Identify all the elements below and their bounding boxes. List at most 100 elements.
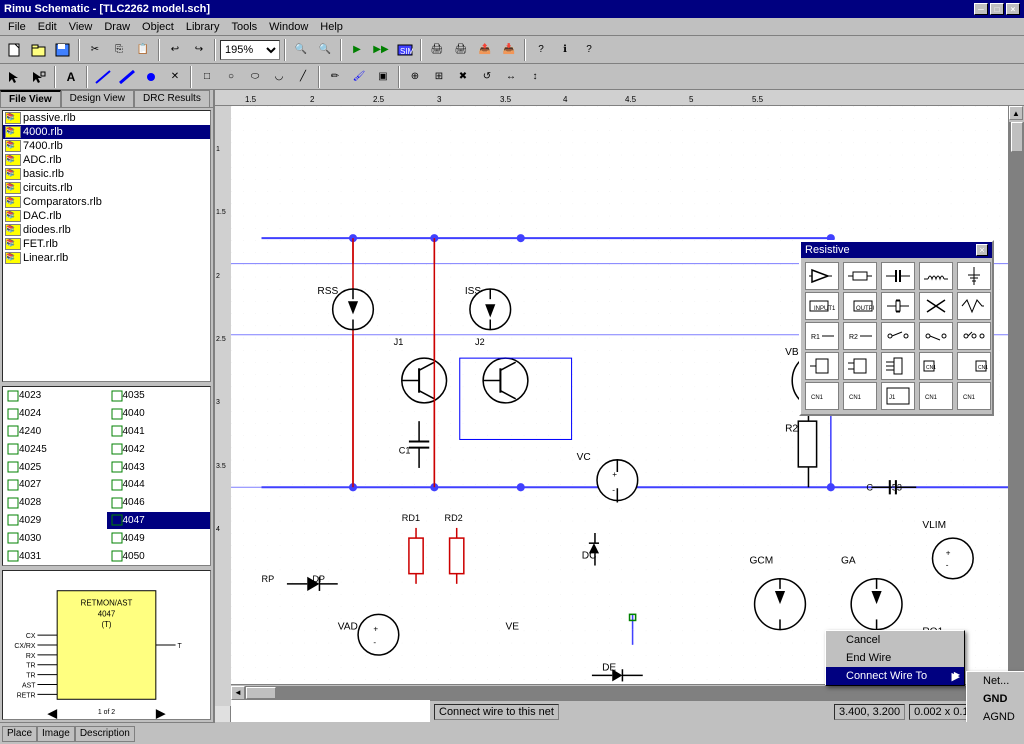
tree-item-linear[interactable]: 📚 Linear.rlb — [3, 251, 210, 265]
comp-4047[interactable]: 4047 — [107, 512, 211, 530]
tree-item-passive[interactable]: 📚 passive.rlb — [3, 111, 210, 125]
comp-4041[interactable]: 4041 — [107, 423, 211, 441]
place-button[interactable]: Place — [2, 726, 37, 742]
menu-tools[interactable]: Tools — [225, 18, 263, 36]
image-button[interactable]: Image — [37, 726, 75, 742]
menu-file[interactable]: File — [2, 18, 32, 36]
description-button[interactable]: Description — [75, 726, 135, 742]
undo-button[interactable]: ↩ — [164, 39, 186, 61]
tab-file-view[interactable]: File View — [0, 90, 61, 107]
pencil-tool[interactable]: ✏ — [324, 66, 346, 88]
context-cancel[interactable]: Cancel — [826, 631, 964, 649]
res-item-j1-sym[interactable]: J1 — [881, 382, 915, 410]
res-item-conn3[interactable] — [881, 352, 915, 380]
circle-tool[interactable]: ○ — [220, 66, 242, 88]
schematic-area[interactable]: 1.5 2 2.5 3 3.5 4 4.5 5 5.5 1 1.5 2 2.5 … — [215, 90, 1024, 722]
noconnect-tool[interactable]: ✕ — [164, 66, 186, 88]
run2-button[interactable]: ▶▶ — [370, 39, 392, 61]
v-scroll-thumb[interactable] — [1011, 122, 1023, 152]
comp-4040[interactable]: 4040 — [107, 405, 211, 423]
bus-tool[interactable] — [116, 66, 138, 88]
res-item-zigzag[interactable] — [957, 292, 991, 320]
select2-tool[interactable] — [28, 66, 50, 88]
zoom-in-button[interactable]: 🔍 — [290, 39, 312, 61]
res-item-ant[interactable] — [957, 262, 991, 290]
info-button[interactable]: ℹ — [554, 39, 576, 61]
paste-button[interactable]: 📋 — [132, 39, 154, 61]
v-scroll-track[interactable] — [1009, 122, 1024, 672]
save-button[interactable] — [52, 39, 74, 61]
comp-4024[interactable]: 4024 — [3, 405, 107, 423]
comp-4046[interactable]: 4046 — [107, 494, 211, 512]
res-item-res[interactable] — [843, 262, 877, 290]
junction-tool[interactable] — [140, 66, 162, 88]
menu-edit[interactable]: Edit — [32, 18, 63, 36]
res-item-cn3a[interactable]: CN1 — [919, 382, 953, 410]
tab-design-view[interactable]: Design View — [61, 90, 134, 107]
res-item-xmark[interactable] — [919, 292, 953, 320]
tree-item-comparators[interactable]: 📚 Comparators.rlb — [3, 195, 210, 209]
comp-4050[interactable]: 4050 — [107, 547, 211, 565]
menu-help[interactable]: Help — [314, 18, 349, 36]
comp-4042[interactable]: 4042 — [107, 440, 211, 458]
cut-button[interactable]: ✂ — [84, 39, 106, 61]
export-button[interactable]: 📤 — [474, 39, 496, 61]
res-item-buf[interactable] — [805, 262, 839, 290]
menu-view[interactable]: View — [63, 18, 99, 36]
select-tool[interactable] — [4, 66, 26, 88]
res-item-r1[interactable]: R1 — [805, 322, 839, 350]
print-button[interactable]: 🖨 — [426, 39, 448, 61]
context-end-wire[interactable]: End Wire — [826, 649, 964, 667]
rect-tool[interactable]: □ — [196, 66, 218, 88]
h-scroll-thumb[interactable] — [246, 687, 276, 699]
redo-button[interactable]: ↪ — [188, 39, 210, 61]
res-item-ind[interactable] — [919, 262, 953, 290]
wire-tool[interactable] — [92, 66, 114, 88]
res-item-sw3[interactable] — [957, 322, 991, 350]
res-item-cn2b[interactable]: CN1 — [843, 382, 877, 410]
color-tool[interactable]: 🖌 — [348, 66, 370, 88]
line-tool[interactable]: ╱ — [292, 66, 314, 88]
res-item-sw2[interactable] — [919, 322, 953, 350]
comp-4240[interactable]: 4240 — [3, 423, 107, 441]
comp-4035[interactable]: 4035 — [107, 387, 211, 405]
text-tool[interactable]: A — [60, 66, 82, 88]
comp-4023[interactable]: 4023 — [3, 387, 107, 405]
res-item-conn2[interactable] — [843, 352, 877, 380]
comp-4049[interactable]: 4049 — [107, 529, 211, 547]
res-item-r2[interactable]: R2 — [843, 322, 877, 350]
res-item-cap[interactable] — [881, 262, 915, 290]
tree-item-adc[interactable]: 📚 ADC.rlb — [3, 153, 210, 167]
open-button[interactable] — [28, 39, 50, 61]
comp-tool[interactable]: ⊕ — [404, 66, 426, 88]
del-tool[interactable]: ✖ — [452, 66, 474, 88]
tab-drc-results[interactable]: DRC Results — [134, 90, 210, 107]
scroll-left-button[interactable]: ◄ — [231, 686, 245, 700]
comp-4029[interactable]: 4029 — [3, 512, 107, 530]
res-item-inp[interactable]: INPUT1 — [805, 292, 839, 320]
zoom-select[interactable]: 50% 75% 100% 150% 195% 200% 300% — [220, 40, 280, 60]
close-button[interactable]: × — [1006, 3, 1020, 15]
minimize-button[interactable]: ─ — [974, 3, 988, 15]
tree-item-circuits[interactable]: 📚 circuits.rlb — [3, 181, 210, 195]
comp-4028[interactable]: 4028 — [3, 494, 107, 512]
scroll-up-button[interactable]: ▲ — [1009, 106, 1023, 120]
arc-tool[interactable]: ◡ — [268, 66, 290, 88]
res-item-cn3b[interactable]: CN1 — [957, 382, 991, 410]
res-item-out[interactable]: OUTPUT — [843, 292, 877, 320]
submenu-net[interactable]: Net... — [967, 672, 1024, 690]
copy-button[interactable]: ⎘ — [108, 39, 130, 61]
tree-item-4000[interactable]: 📚 4000.rlb — [3, 125, 210, 139]
comp-4031[interactable]: 4031 — [3, 547, 107, 565]
menu-library[interactable]: Library — [180, 18, 226, 36]
comp-4043[interactable]: 4043 — [107, 458, 211, 476]
sim-button[interactable]: SIM — [394, 39, 416, 61]
comp-40245[interactable]: 40245 — [3, 440, 107, 458]
flip-tool[interactable]: ↔ — [500, 66, 522, 88]
res-item-xtal[interactable] — [881, 292, 915, 320]
submenu-agnd[interactable]: AGND — [967, 708, 1024, 722]
ellipse-tool[interactable]: ⬭ — [244, 66, 266, 88]
about-button[interactable]: ? — [578, 39, 600, 61]
mirror-tool[interactable]: ↕ — [524, 66, 546, 88]
resistive-close-button[interactable]: × — [976, 244, 988, 256]
